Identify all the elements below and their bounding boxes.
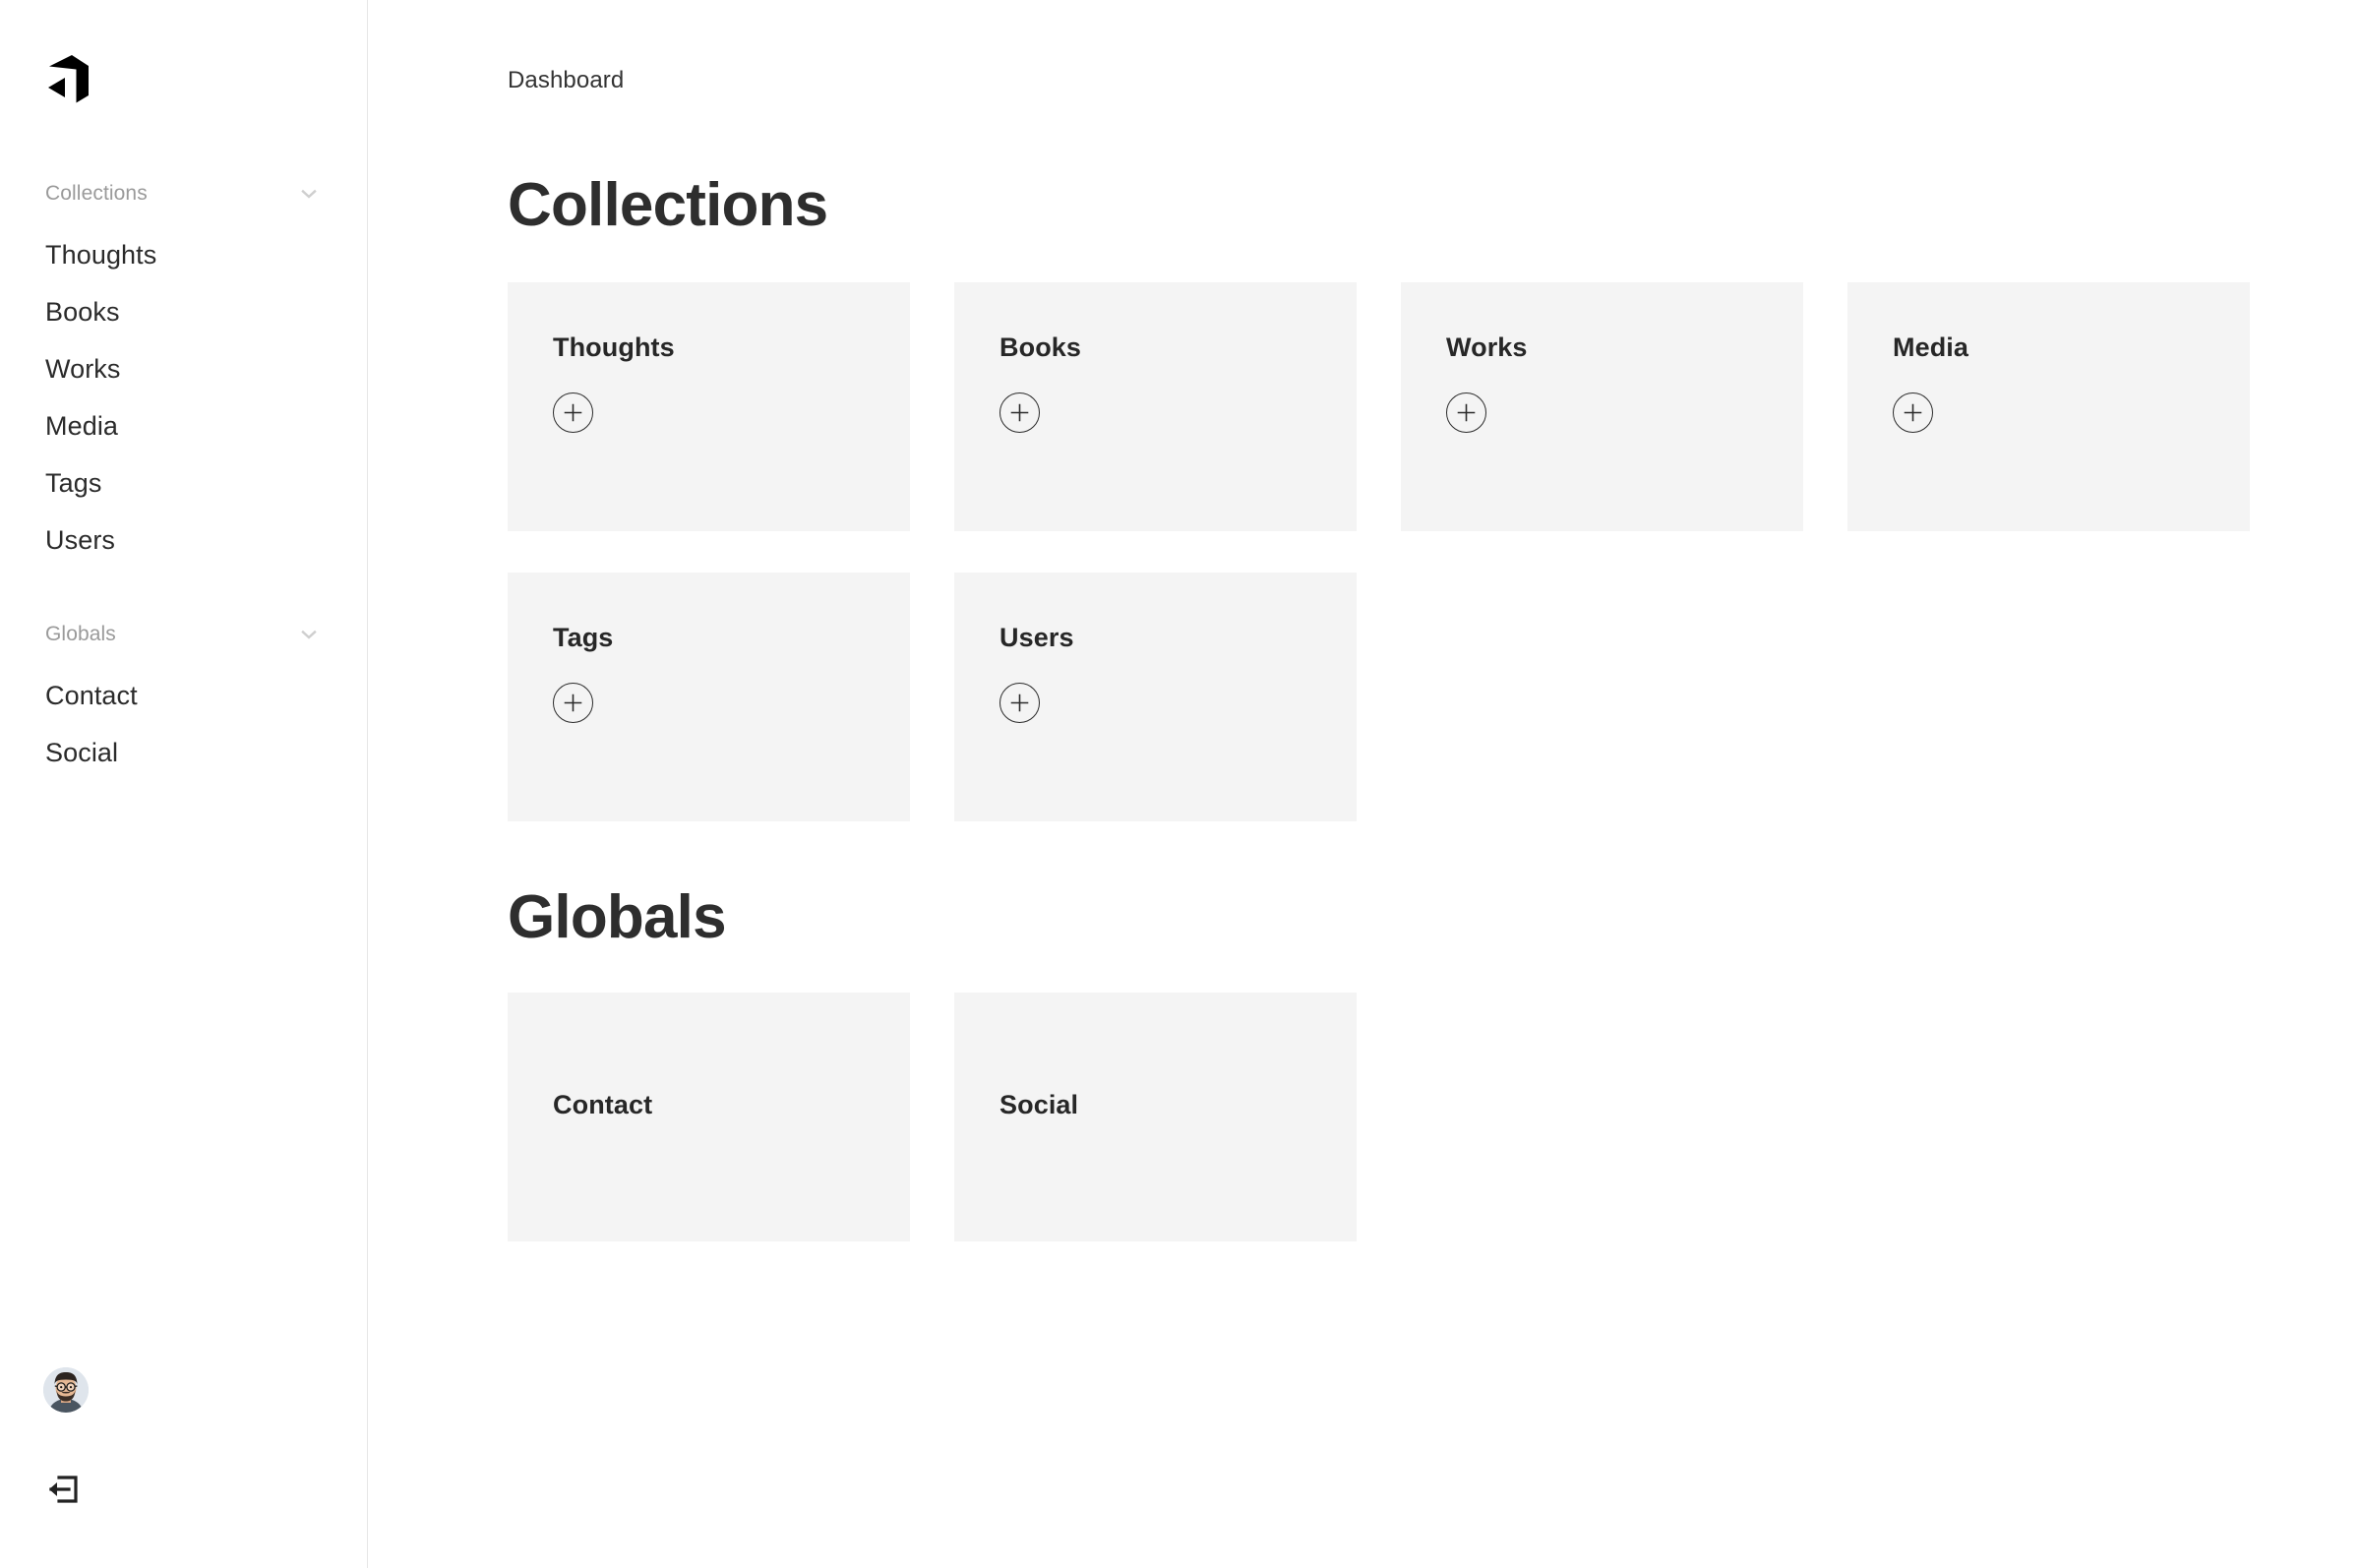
- collection-card-media[interactable]: Media: [1847, 281, 2250, 531]
- nav-group-header-collections[interactable]: Collections: [0, 179, 367, 209]
- nav-group-label-collections: Collections: [45, 182, 148, 205]
- collection-card-tags[interactable]: Tags: [508, 572, 910, 821]
- card-title: Tags: [553, 622, 614, 652]
- card-title: Media: [1893, 332, 1969, 362]
- payload-logo-icon[interactable]: [43, 55, 94, 112]
- plus-icon: [564, 404, 582, 422]
- collection-card-users[interactable]: Users: [954, 572, 1357, 821]
- sidebar-item-users[interactable]: Users: [0, 512, 367, 569]
- sidebar-item-tags[interactable]: Tags: [0, 454, 367, 512]
- collection-card-thoughts[interactable]: Thoughts: [508, 281, 910, 531]
- sidebar-item-media[interactable]: Media: [0, 397, 367, 454]
- globals-card-grid: Contact Social: [508, 993, 2253, 1242]
- chevron-down-icon[interactable]: [298, 183, 320, 205]
- sidebar-item-thoughts[interactable]: Thoughts: [0, 226, 367, 283]
- plus-icon: [1010, 404, 1029, 422]
- nav-group-label-globals: Globals: [45, 623, 116, 645]
- app-root: Collections Thoughts Books Works Media T…: [0, 0, 2361, 1568]
- nav-list-collections: Thoughts Books Works Media Tags Users: [0, 226, 367, 569]
- sidebar: Collections Thoughts Books Works Media T…: [0, 0, 368, 1568]
- sidebar-footer: [0, 1367, 367, 1568]
- nav-group-header-globals[interactable]: Globals: [0, 620, 367, 649]
- card-title: Books: [999, 332, 1082, 362]
- sidebar-item-works[interactable]: Works: [0, 340, 367, 397]
- nav-list-globals: Contact Social: [0, 667, 367, 781]
- global-card-contact[interactable]: Contact: [508, 993, 910, 1242]
- card-title: Social: [999, 1090, 1079, 1120]
- add-works-button[interactable]: [1446, 392, 1486, 434]
- plus-icon: [1010, 694, 1029, 712]
- nav-group-globals: Globals Contact Social: [0, 620, 367, 781]
- card-title: Works: [1446, 332, 1528, 362]
- plus-icon: [564, 694, 582, 712]
- page-title-collections: Collections: [508, 170, 828, 239]
- main-content: Dashboard Collections Thoughts Books Wor…: [368, 0, 2361, 1568]
- plus-icon: [1904, 404, 1922, 422]
- sidebar-item-social[interactable]: Social: [0, 724, 367, 781]
- card-title: Thoughts: [553, 332, 675, 362]
- log-out-icon[interactable]: [43, 1470, 83, 1509]
- add-books-button[interactable]: [999, 392, 1040, 434]
- collection-card-books[interactable]: Books: [954, 281, 1357, 531]
- collection-card-works[interactable]: Works: [1401, 281, 1803, 531]
- page-title-globals: Globals: [508, 882, 727, 951]
- card-title: Contact: [553, 1090, 653, 1120]
- sidebar-nav: Collections Thoughts Books Works Media T…: [0, 179, 367, 781]
- plus-icon: [1457, 404, 1476, 422]
- add-media-button[interactable]: [1893, 392, 1933, 434]
- add-users-button[interactable]: [999, 683, 1040, 724]
- breadcrumb: Dashboard: [508, 67, 625, 93]
- collections-card-grid: Thoughts Books Works Media Tags Users: [508, 281, 2253, 821]
- add-thoughts-button[interactable]: [553, 392, 593, 434]
- nav-group-collections: Collections Thoughts Books Works Media T…: [0, 179, 367, 569]
- sidebar-item-contact[interactable]: Contact: [0, 667, 367, 724]
- card-title: Users: [999, 622, 1074, 652]
- chevron-down-icon[interactable]: [298, 624, 320, 645]
- avatar[interactable]: [43, 1367, 89, 1413]
- add-tags-button[interactable]: [553, 683, 593, 724]
- sidebar-item-books[interactable]: Books: [0, 283, 367, 340]
- global-card-social[interactable]: Social: [954, 993, 1357, 1242]
